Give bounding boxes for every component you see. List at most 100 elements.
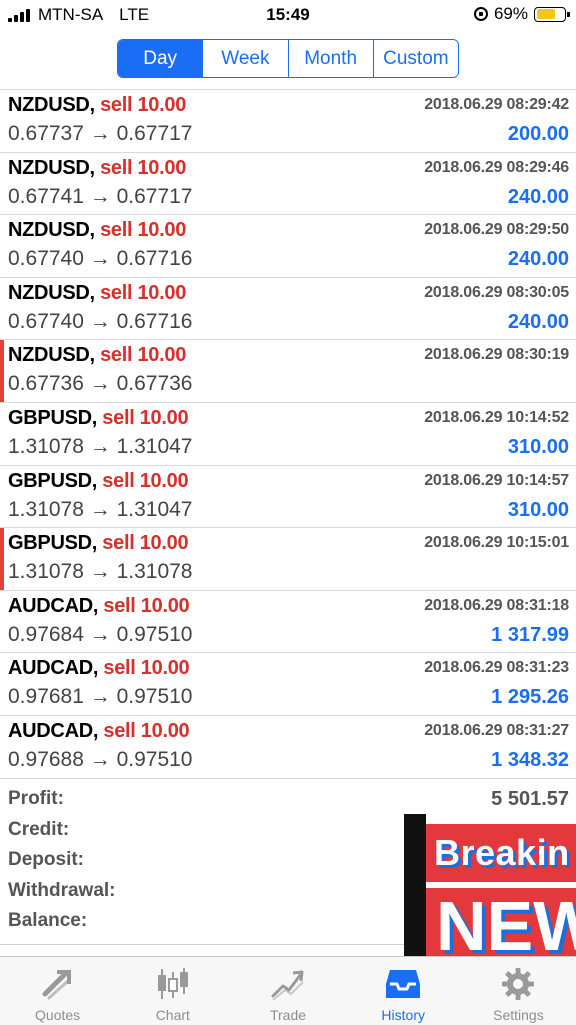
deal-row[interactable]: GBPUSD, sell 10.00 2018.06.29 10:14:57 1.3… [0,466,576,529]
deal-time: 2018.06.29 10:14:57 [424,471,569,489]
deal-prices: 0.97688 → 0.97510 [8,747,193,771]
deal-row[interactable]: AUDCAD, sell 10.00 2018.06.29 08:31:23 0.9… [0,653,576,716]
deal-prices: 1.31078 → 1.31047 [8,434,193,458]
deal-symbol: NZDUSD, sell 10.00 [8,344,186,367]
deal-symbol: NZDUSD, sell 10.00 [8,282,186,305]
withdrawal-label: Withdrawal: [8,879,116,901]
deal-row[interactable]: NZDUSD, sell 10.00 2018.06.29 08:30:19 0.6… [0,340,576,403]
deal-prices: 0.97681 → 0.97510 [8,685,193,709]
news-line2: NEW [436,887,576,959]
deal-type: sell 10.00 [102,469,189,492]
deal-profit: 310.00 [507,498,569,521]
chart-icon [157,968,188,999]
deal-profit: 240.00 [507,185,569,208]
deal-symbol-name: AUDCAD, [8,594,99,617]
deal-row[interactable]: NZDUSD, sell 10.00 2018.06.29 08:29:42 0.6… [0,90,576,153]
deal-row[interactable]: NZDUSD, sell 10.00 2018.06.29 08:29:50 0.6… [0,215,576,278]
deal-symbol: NZDUSD, sell 10.00 [8,94,186,117]
tab-day[interactable]: Day [118,40,203,77]
news-bottom-banner: NEW [426,888,576,959]
tab-week[interactable]: Week [202,40,288,77]
deal-prices: 0.67741 → 0.67717 [8,184,193,208]
deal-symbol-name: AUDCAD, [8,719,99,742]
deal-row[interactable]: NZDUSD, sell 10.00 2018.06.29 08:30:05 0.6… [0,278,576,341]
deal-prices: 0.67740 → 0.67716 [8,247,193,271]
tab-trade[interactable]: Trade [230,957,345,1025]
deal-profit: 1 317.99 [491,623,569,646]
deal-prices: 0.67740 → 0.67716 [8,309,193,333]
tab-settings[interactable]: Settings [461,957,576,1025]
deposit-label: Deposit: [8,849,84,870]
deal-type: sell 10.00 [100,344,187,367]
deal-profit: 200.00 [507,123,569,145]
status-bar: MTN-SA LTE 15:49 69% [0,0,576,30]
settings-icon [502,968,535,1000]
rotation-lock-icon [473,7,488,21]
deal-type: sell 10.00 [102,406,189,429]
deal-row[interactable]: NZDUSD, sell 10.00 2018.06.29 08:29:46 0.6… [0,153,576,216]
deal-profit: 310.00 [507,435,569,458]
deal-time: 2018.06.29 08:31:18 [424,596,569,614]
deal-symbol: GBPUSD, sell 10.00 [8,532,189,555]
profit-row: Profit: 5 501.57 [0,786,576,817]
news-top-banner: Breakin [426,824,576,882]
deals-list: NZDUSD, sell 10.00 2018.06.29 08:29:42 0.6… [0,90,576,779]
deal-symbol: GBPUSD, sell 10.00 [8,406,189,430]
deal-profit: 1 348.32 [491,748,569,771]
tab-history[interactable]: History [346,957,461,1025]
deal-row[interactable]: AUDCAD, sell 10.00 2018.06.29 08:31:18 0.9… [0,591,576,654]
deal-symbol: NZDUSD, sell 10.00 [8,219,186,242]
deal-profit: 240.00 [507,248,569,271]
tab-bar: Quotes Chart Trade History Settings [0,956,576,1025]
deal-time: 2018.06.29 10:15:01 [424,534,569,552]
tab-custom[interactable]: Custom [372,40,458,77]
profit-value: 5 501.57 [491,788,569,810]
profit-label: Profit: [8,788,64,809]
deal-type: sell 10.00 [100,156,187,179]
tab-quotes[interactable]: Quotes [0,957,115,1025]
battery-fill [536,9,556,19]
deal-time: 2018.06.29 08:31:23 [424,659,569,677]
breaking-news-overlay: Breakin NEW [404,814,576,959]
deal-type: sell 10.00 [100,219,187,242]
deal-row[interactable]: GBPUSD, sell 10.00 2018.06.29 10:15:01 1.3… [0,528,576,591]
deal-profit: 240.00 [507,310,569,333]
deal-type: sell 10.00 [103,719,190,742]
credit-label: Credit: [8,818,70,840]
deal-symbol-name: NZDUSD, [8,94,95,116]
news-line1: Breakin [434,832,570,873]
deal-symbol: NZDUSD, sell 10.00 [8,157,186,180]
deal-profit: 1 295.26 [491,686,569,709]
deal-symbol-name: GBPUSD, [8,469,98,492]
deal-row[interactable]: GBPUSD, sell 10.00 2018.06.29 10:14:52 1.3… [0,403,576,466]
period-segmented-control: Day Week Month Custom [117,39,459,78]
trade-icon [271,970,304,1001]
deal-row[interactable]: AUDCAD, sell 10.00 2018.06.29 08:31:27 0.9… [0,716,576,779]
deal-time: 2018.06.29 08:29:42 [424,96,569,113]
quotes-icon [42,970,71,1000]
deal-time: 2018.06.29 08:30:19 [424,346,569,364]
deal-symbol: AUDCAD, sell 10.00 [8,657,190,680]
deal-symbol-name: NZDUSD, [8,156,95,179]
tab-trade-label: Trade [269,1007,307,1023]
tab-settings-label: Settings [493,1007,544,1023]
deal-symbol-name: GBPUSD, [8,406,98,429]
deal-time: 2018.06.29 08:31:27 [424,721,569,739]
deal-symbol: AUDCAD, sell 10.00 [8,594,190,618]
deal-symbol: AUDCAD, sell 10.00 [8,719,190,743]
history-icon [386,970,421,998]
deal-symbol-name: AUDCAD, [8,657,99,680]
deal-time: 2018.06.29 10:14:52 [424,408,569,426]
deal-type: sell 10.00 [103,657,190,680]
tab-chart-label: Chart [155,1007,190,1023]
deal-symbol: GBPUSD, sell 10.00 [8,469,189,493]
tab-quotes-label: Quotes [35,1007,81,1023]
deal-symbol-name: NZDUSD, [8,281,95,304]
tab-month[interactable]: Month [287,40,373,77]
tab-chart[interactable]: Chart [115,957,230,1025]
deal-symbol-name: NZDUSD, [8,344,95,367]
deal-type: sell 10.00 [100,94,187,116]
battery-icon [534,6,570,22]
deal-prices: 0.67736 → 0.67736 [8,372,193,396]
deal-time: 2018.06.29 08:29:50 [424,221,569,239]
